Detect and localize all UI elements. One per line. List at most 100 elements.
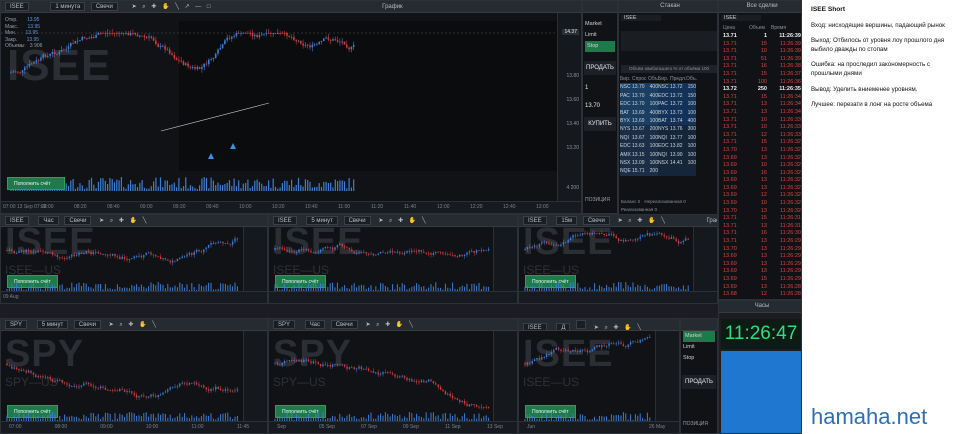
dom-row[interactable]: NQE 15.71 200 bbox=[620, 167, 717, 176]
arrow-tool-icon[interactable]: ↗ bbox=[185, 2, 190, 12]
zoom-icon[interactable]: ⌕ bbox=[110, 216, 113, 226]
dom-row[interactable]: NQI 13.67 100 NQI 13.77 100 bbox=[620, 133, 717, 143]
dom-row[interactable]: EDC 13.70 100 PAC 13.72 100 bbox=[620, 100, 717, 109]
line-tool-icon[interactable]: ╲ bbox=[637, 323, 641, 330]
candle-body bbox=[164, 258, 167, 260]
candle-body bbox=[18, 251, 20, 253]
interval-select[interactable]: Д bbox=[556, 323, 571, 330]
dom-row[interactable]: NSX 13.09 100 NSX 14.41 100 bbox=[620, 158, 717, 168]
candle-body bbox=[249, 33, 251, 34]
hand-icon[interactable]: ✋ bbox=[130, 216, 137, 226]
hand-icon[interactable]: ✋ bbox=[648, 216, 655, 226]
candle-body bbox=[114, 253, 116, 257]
candle-body bbox=[555, 347, 557, 350]
symbol-field[interactable]: ISEE bbox=[5, 2, 29, 11]
candle-body bbox=[21, 70, 24, 73]
dom-row[interactable]: BAT 13.69 400 BYX 13.73 100 bbox=[620, 108, 717, 117]
chart-type-select[interactable]: Свечи bbox=[90, 2, 118, 11]
volume-bar bbox=[281, 418, 283, 421]
volume-bar bbox=[430, 284, 432, 291]
cursor-tool-icon[interactable]: ➤ bbox=[99, 216, 104, 226]
buy-button[interactable]: КУПИТЬ bbox=[584, 117, 616, 131]
cursor-tool-icon[interactable]: ➤ bbox=[618, 216, 623, 226]
dom-row[interactable]: NSC 13.70 400 NSC 13.72 150 bbox=[620, 83, 717, 92]
hand-icon[interactable]: ✋ bbox=[396, 320, 403, 330]
interval-select[interactable]: Час bbox=[304, 320, 326, 329]
hand-icon[interactable]: ✋ bbox=[139, 320, 146, 330]
order-type-limit[interactable]: Limit bbox=[585, 30, 615, 41]
order-type-market-2[interactable]: Market bbox=[683, 331, 715, 342]
qty-field[interactable]: 1 bbox=[585, 85, 588, 91]
cursor-tool-icon[interactable]: ➤ bbox=[109, 320, 114, 330]
order-type-stop-2[interactable]: Stop bbox=[683, 353, 715, 364]
volume-bar bbox=[464, 286, 466, 291]
crosshair-icon[interactable]: ✚ bbox=[614, 323, 619, 330]
crosshair-icon[interactable]: ✚ bbox=[119, 216, 124, 226]
chart-type-select[interactable]: Свечи bbox=[73, 320, 101, 329]
symbol-field[interactable]: SPY bbox=[273, 320, 296, 329]
crosshair-icon[interactable]: ✚ bbox=[128, 320, 133, 330]
dom-row[interactable]: EDC 13.63 100 EDC 13.82 100 bbox=[620, 142, 717, 151]
line-tool-icon[interactable]: ╲ bbox=[661, 216, 665, 226]
cursor-tool-icon[interactable]: ➤ bbox=[594, 323, 599, 330]
time-tick: 07 Sep bbox=[361, 424, 377, 430]
symbol-field[interactable]: SPY bbox=[5, 320, 28, 329]
volume-bar bbox=[685, 289, 687, 291]
zoom-icon[interactable]: ⌕ bbox=[628, 216, 631, 226]
hand-icon[interactable]: ✋ bbox=[409, 216, 416, 226]
zoom-icon[interactable]: ⌕ bbox=[376, 320, 379, 330]
line-tool-icon[interactable]: ╲ bbox=[422, 216, 426, 226]
volume-bar bbox=[351, 285, 353, 291]
fill-account-button[interactable]: Пополнить счёт bbox=[7, 177, 65, 190]
hand-icon[interactable]: ✋ bbox=[162, 2, 169, 12]
crosshair-icon[interactable]: ✚ bbox=[637, 216, 642, 226]
candle-body bbox=[324, 364, 327, 366]
volume-bar bbox=[119, 286, 121, 291]
time-tick: Sep bbox=[277, 424, 286, 430]
order-type-limit-2[interactable]: Limit bbox=[683, 342, 715, 353]
line-tool-icon[interactable]: ╲ bbox=[152, 320, 156, 330]
sell-button[interactable]: ПРОДАТЬ bbox=[584, 61, 616, 75]
dom-symbol[interactable]: ISEE bbox=[621, 15, 661, 21]
volume-bar bbox=[20, 418, 22, 421]
interval-select[interactable]: 5 минут bbox=[36, 320, 69, 329]
volume-bar bbox=[370, 285, 372, 291]
cursor-tool-icon[interactable]: ➤ bbox=[378, 216, 383, 226]
line-tool-icon[interactable]: ╲ bbox=[409, 320, 413, 330]
chart-type-select[interactable] bbox=[576, 320, 587, 329]
volume-bar bbox=[459, 419, 461, 421]
zoom-icon[interactable]: ⌕ bbox=[142, 2, 145, 12]
zoom-icon[interactable]: ⌕ bbox=[119, 320, 122, 330]
crosshair-icon[interactable]: ✚ bbox=[385, 320, 390, 330]
volume-bar bbox=[77, 187, 79, 191]
symbol-field[interactable]: ISEE bbox=[523, 323, 547, 330]
chart-type-select[interactable]: Свечи bbox=[330, 320, 358, 329]
dom-row[interactable]: PAC 13.70 400 EDC 13.72 150 bbox=[620, 91, 717, 101]
dom-row[interactable]: BYX 13.69 100 BAT 13.74 400 bbox=[620, 116, 717, 126]
zoom-icon[interactable]: ⌕ bbox=[389, 216, 392, 226]
sell-button-2[interactable]: ПРОДАТЬ bbox=[682, 375, 716, 389]
candle-body bbox=[447, 253, 449, 255]
candle-body bbox=[379, 251, 382, 254]
zoom-icon[interactable]: ⌕ bbox=[604, 323, 607, 330]
crosshair-icon[interactable]: ✚ bbox=[398, 216, 403, 226]
price-field[interactable]: 13.70 bbox=[585, 103, 600, 109]
line-tool-icon[interactable]: ╲ bbox=[143, 216, 147, 226]
rect-tool-icon[interactable]: □ bbox=[207, 2, 211, 12]
cursor-tool-icon[interactable]: ➤ bbox=[132, 2, 137, 12]
trades-symbol[interactable]: ISEE bbox=[721, 15, 761, 21]
order-type-stop[interactable]: Stop bbox=[585, 41, 615, 52]
cursor-tool-icon[interactable]: ➤ bbox=[365, 320, 370, 330]
volume-bar bbox=[133, 285, 135, 291]
trade-row: 13.68 12 11:26:28 bbox=[723, 291, 801, 298]
interval-select[interactable]: 1 минута bbox=[50, 2, 86, 11]
volume-bar bbox=[603, 416, 605, 421]
time-tick: 07:00 bbox=[9, 424, 22, 430]
dash-tool-icon[interactable]: — bbox=[195, 2, 201, 12]
hand-icon[interactable]: ✋ bbox=[624, 323, 631, 330]
dom-row[interactable]: AMX 13.15 100 NQI 13.90 100 bbox=[620, 150, 717, 159]
order-type-market[interactable]: Market bbox=[585, 19, 615, 30]
line-tool-icon[interactable]: ╲ bbox=[175, 2, 179, 12]
dom-row[interactable]: NYS 13.67 200 NYS 13.76 300 bbox=[620, 125, 717, 134]
crosshair-icon[interactable]: ✚ bbox=[151, 2, 156, 12]
